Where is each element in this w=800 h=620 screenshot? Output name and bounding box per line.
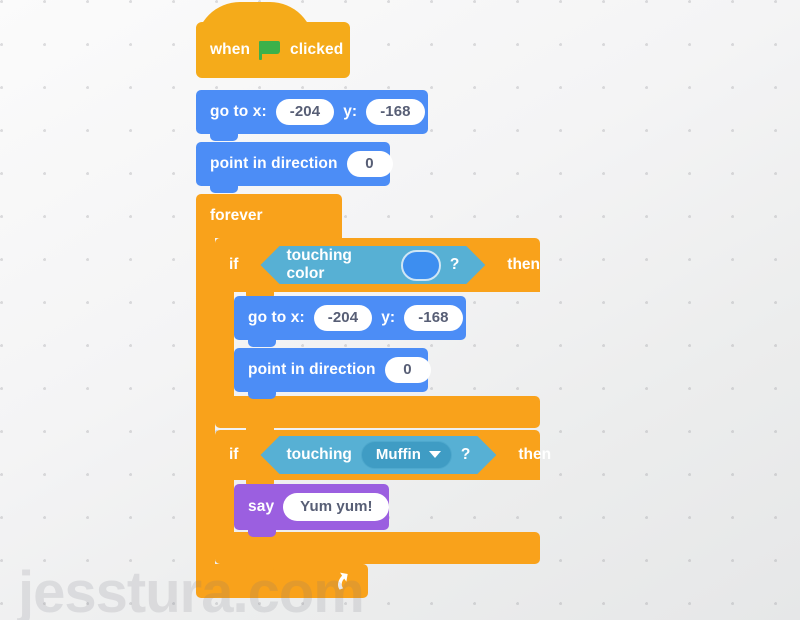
goto-x-input[interactable]: -204 xyxy=(313,304,373,332)
point-direction-input[interactable]: 0 xyxy=(384,356,431,384)
chevron-down-icon xyxy=(429,451,441,458)
forever-label: forever xyxy=(210,207,263,224)
block-bottom-bump xyxy=(248,339,276,347)
boolean-touching-color[interactable]: touching color ? xyxy=(260,246,485,284)
block-bottom-bump xyxy=(248,391,276,399)
if-color-left-arm xyxy=(215,292,234,402)
block-bottom-bump xyxy=(210,185,238,193)
when-label: when xyxy=(210,41,251,58)
block-go-to-xy-nested[interactable]: go to x: -204 y: -168 xyxy=(234,296,466,347)
block-say[interactable]: say Yum yum! xyxy=(234,484,389,537)
touching-question: ? xyxy=(460,446,471,463)
touching-label: touching xyxy=(286,446,352,463)
goto-x-label: go to x: xyxy=(210,103,267,120)
goto-y-input[interactable]: -168 xyxy=(404,304,463,332)
point-direction-label: point in direction xyxy=(210,155,338,172)
sprite-dropdown[interactable]: Muffin xyxy=(361,441,452,469)
goto-y-input[interactable]: -168 xyxy=(366,98,425,126)
boolean-touching-sprite[interactable]: touching Muffin ? xyxy=(260,436,496,474)
goto-x-label: go to x: xyxy=(248,309,305,326)
goto-y-label: y: xyxy=(343,103,358,120)
block-when-flag-clicked[interactable]: when clicked xyxy=(196,2,350,78)
green-flag-icon xyxy=(259,40,281,60)
if-muffin-then-label: then xyxy=(518,446,552,463)
scratch-code-canvas[interactable]: jesstura.com when clicked go to x: -204 … xyxy=(0,0,800,620)
if-color-header[interactable]: if touching color ? then xyxy=(215,238,540,292)
block-point-in-direction-top[interactable]: point in direction 0 xyxy=(196,142,393,193)
goto-y-label: y: xyxy=(381,309,396,326)
clicked-label: clicked xyxy=(290,41,344,58)
block-bottom-bump xyxy=(248,529,276,537)
block-point-in-direction-nested[interactable]: point in direction 0 xyxy=(234,348,431,399)
if-color-footer xyxy=(215,396,540,428)
touching-color-question: ? xyxy=(449,256,460,273)
say-message-input[interactable]: Yum yum! xyxy=(283,492,389,522)
point-direction-label: point in direction xyxy=(248,361,376,378)
if-color-if-label: if xyxy=(229,256,239,273)
if-muffin-header[interactable]: if touching Muffin ? then xyxy=(215,430,551,480)
block-go-to-xy-top[interactable]: go to x: -204 y: -168 xyxy=(196,90,428,141)
goto-x-input[interactable]: -204 xyxy=(275,98,335,126)
point-direction-input[interactable]: 0 xyxy=(346,150,393,178)
if-muffin-left-arm xyxy=(215,480,234,538)
sprite-dropdown-value: Muffin xyxy=(375,446,421,463)
forever-left-arm xyxy=(196,238,215,580)
say-label: say xyxy=(248,498,275,515)
if-color-then-label: then xyxy=(507,256,540,273)
forever-header[interactable]: forever xyxy=(196,194,342,238)
if-muffin-if-label: if xyxy=(229,446,239,463)
block-bottom-bump xyxy=(210,133,238,141)
site-watermark: jesstura.com xyxy=(18,560,365,620)
color-swatch-input[interactable] xyxy=(401,250,440,281)
touching-color-label: touching color xyxy=(286,247,352,282)
